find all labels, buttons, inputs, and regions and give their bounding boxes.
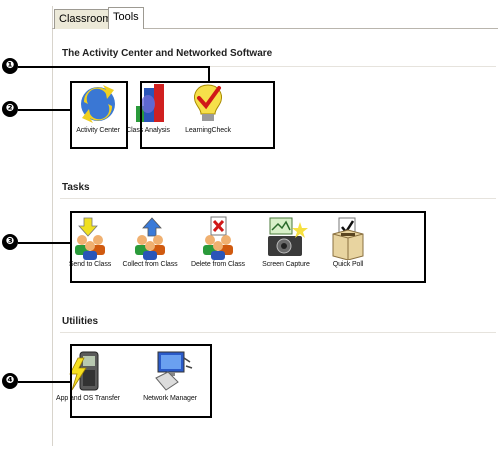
- leader-line: [18, 381, 70, 383]
- leader-line: [208, 66, 210, 81]
- callout-marker-2: ❷: [2, 101, 18, 117]
- callout-box-utilities: [70, 344, 212, 418]
- callout-box-networked-software: [140, 81, 275, 149]
- leader-line: [18, 109, 70, 111]
- callout-marker-1: ❶: [2, 58, 18, 74]
- section-title-activity: The Activity Center and Networked Softwa…: [62, 48, 273, 59]
- callout-marker-4: ❹: [2, 373, 18, 389]
- section-title-utilities: Utilities: [62, 316, 99, 327]
- tab-bar: Classroom Tools: [52, 6, 498, 29]
- section-divider: [60, 198, 496, 199]
- callout-box-activity-center: [70, 81, 128, 149]
- leader-line: [18, 66, 210, 68]
- section-divider: [60, 332, 496, 333]
- section-title-tasks: Tasks: [62, 182, 90, 193]
- callout-box-tasks: [70, 211, 426, 283]
- tab-tools[interactable]: Tools: [108, 7, 144, 29]
- leader-line: [18, 242, 70, 244]
- callout-marker-3: ❸: [2, 234, 18, 250]
